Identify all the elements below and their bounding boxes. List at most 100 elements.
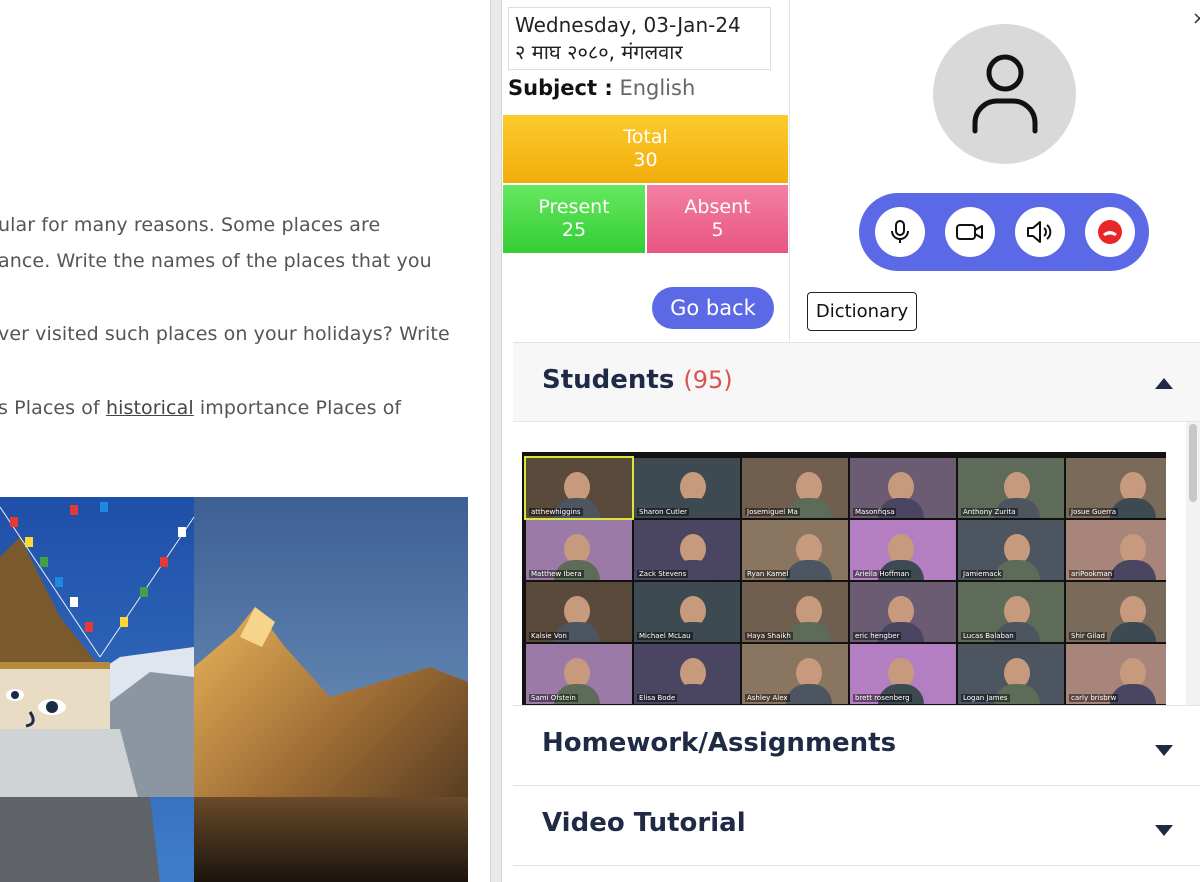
student-name-label: Haya Shaikh xyxy=(745,632,793,640)
dictionary-word-link[interactable]: historical xyxy=(106,397,194,419)
total-value: 30 xyxy=(633,149,658,171)
student-name-label: Michael McLau xyxy=(637,632,693,640)
student-body xyxy=(786,560,832,580)
app-root: ular for many reasons. Some places are a… xyxy=(0,0,1200,882)
student-name-label: Kalsie Von xyxy=(529,632,569,640)
student-video-tile[interactable]: Haya Shaikh xyxy=(742,582,848,642)
absent-value: 5 xyxy=(711,219,724,241)
pane-splitter[interactable] xyxy=(490,0,502,882)
mic-button[interactable] xyxy=(875,207,925,257)
lesson-pane: ular for many reasons. Some places are a… xyxy=(0,0,490,882)
column-divider xyxy=(789,0,790,342)
student-video-grid: atthewhiggins Sharon Cutler Josemiguel Ma M… xyxy=(522,452,1166,705)
student-video-tile[interactable]: Logan James xyxy=(958,644,1064,704)
lesson-text-line: ver visited such places on your holidays… xyxy=(0,323,450,345)
student-video-tile[interactable]: Ariella Hoffman xyxy=(850,520,956,580)
student-video-tile[interactable]: ariPookman xyxy=(1066,520,1166,580)
stupa-mountain-photo xyxy=(0,497,468,882)
student-name-label: Ariella Hoffman xyxy=(853,570,912,578)
student-body xyxy=(786,684,832,704)
scrollbar-thumb[interactable] xyxy=(1189,424,1197,502)
absent-card: Absent 5 xyxy=(647,185,788,253)
student-name-label: ariPookman xyxy=(1069,570,1115,578)
student-name-label: eric hengber xyxy=(853,632,902,640)
student-video-tile[interactable]: Anthony Zurita xyxy=(958,458,1064,518)
student-body xyxy=(786,622,832,642)
student-video-tile[interactable]: atthewhiggins xyxy=(524,456,634,520)
student-name-label: carly brisbrw xyxy=(1069,694,1119,702)
present-card: Present 25 xyxy=(503,185,645,253)
students-accordion-header[interactable]: Students (95) xyxy=(513,343,1200,422)
student-name-label: Shir Gilad xyxy=(1069,632,1107,640)
student-video-tile[interactable]: eric hengber xyxy=(850,582,956,642)
student-video-tile[interactable]: Matthew Ibera xyxy=(526,520,632,580)
student-name-label: Logan James xyxy=(961,694,1010,702)
user-icon xyxy=(972,54,1037,134)
student-name-label: Jamiemack xyxy=(961,570,1004,578)
dictionary-button[interactable]: Dictionary xyxy=(807,292,917,331)
students-title: Students (95) xyxy=(542,365,733,395)
lesson-text-span: importance Places of xyxy=(193,397,402,419)
user-avatar xyxy=(933,24,1076,164)
student-video-tile[interactable]: Josemiguel Ma xyxy=(742,458,848,518)
lesson-text-line: ular for many reasons. Some places are xyxy=(0,214,381,236)
student-name-label: Zack Stevens xyxy=(637,570,689,578)
students-label: Students xyxy=(542,365,675,395)
section-divider xyxy=(513,865,1200,866)
students-count: (95) xyxy=(683,366,733,394)
student-name-label: Lucas Balaban xyxy=(961,632,1016,640)
total-card: Total 30 xyxy=(503,115,788,183)
video-tutorial-accordion-header[interactable]: Video Tutorial xyxy=(513,785,1200,865)
hang-up-button[interactable] xyxy=(1085,207,1135,257)
student-video-tile[interactable]: Zack Stevens xyxy=(634,520,740,580)
student-video-tile[interactable]: Michael McLau xyxy=(634,582,740,642)
caret-down-icon[interactable] xyxy=(1155,745,1173,756)
microphone-icon xyxy=(891,220,909,243)
student-video-tile[interactable]: carly brisbrw xyxy=(1066,644,1166,704)
students-scrollbar[interactable] xyxy=(1186,422,1200,706)
student-name-label: brett rosenberg xyxy=(853,694,912,702)
homework-accordion-header[interactable]: Homework/Assignments xyxy=(513,705,1200,785)
subject-label: Subject : xyxy=(508,76,613,100)
student-name-label: Matthew Ibera xyxy=(529,570,584,578)
lesson-text-line: s Places of historical importance Places… xyxy=(0,397,401,419)
student-body xyxy=(1110,560,1156,580)
camera-button[interactable] xyxy=(945,207,995,257)
call-controls xyxy=(859,193,1149,271)
student-name-label: Ashley Alex xyxy=(745,694,790,702)
student-video-tile[interactable]: Masonfiqsa xyxy=(850,458,956,518)
student-name-label: Ryan Kamel xyxy=(745,570,791,578)
caret-up-icon[interactable] xyxy=(1155,378,1173,389)
caret-down-icon[interactable] xyxy=(1155,825,1173,836)
student-video-tile[interactable]: Sharon Cutler xyxy=(634,458,740,518)
go-back-button[interactable]: Go back xyxy=(652,287,774,329)
student-video-tile[interactable]: brett rosenberg xyxy=(850,644,956,704)
student-name-label: Elisa Bode xyxy=(637,694,678,702)
student-video-tile[interactable]: Ryan Kamel xyxy=(742,520,848,580)
student-video-tile[interactable]: Elisa Bode xyxy=(634,644,740,704)
student-body xyxy=(1110,622,1156,642)
student-video-tile[interactable]: Shir Gilad xyxy=(1066,582,1166,642)
student-name-label: Sharon Cutler xyxy=(637,508,690,516)
absent-label: Absent xyxy=(684,196,751,218)
student-name-label: Josemiguel Ma xyxy=(745,508,800,516)
date-english: Wednesday, 03-Jan-24 xyxy=(515,13,741,37)
student-video-tile[interactable]: Kalsie Von xyxy=(526,582,632,642)
subject-value: English xyxy=(619,76,696,100)
lesson-text-line: ance. Write the names of the places that… xyxy=(0,250,432,272)
lesson-text-span: s Places of xyxy=(0,397,106,419)
lesson-image xyxy=(0,497,468,882)
student-video-tile[interactable]: Ashley Alex xyxy=(742,644,848,704)
student-video-tile[interactable]: Josue Guerra xyxy=(1066,458,1166,518)
student-name-label: atthewhiggins xyxy=(529,508,583,516)
present-value: 25 xyxy=(561,219,587,241)
close-icon[interactable]: × xyxy=(1192,8,1200,29)
student-name-label: Masonfiqsa xyxy=(853,508,897,516)
speaker-button[interactable] xyxy=(1015,207,1065,257)
student-video-tile[interactable]: Lucas Balaban xyxy=(958,582,1064,642)
class-panel: Wednesday, 03-Jan-24 २ माघ २०८०, मंगलवार… xyxy=(502,0,1200,882)
date-box: Wednesday, 03-Jan-24 २ माघ २०८०, मंगलवार xyxy=(508,7,771,70)
camera-icon xyxy=(956,224,983,240)
student-video-tile[interactable]: Jamiemack xyxy=(958,520,1064,580)
student-video-tile[interactable]: Sami Ofstein xyxy=(526,644,632,704)
